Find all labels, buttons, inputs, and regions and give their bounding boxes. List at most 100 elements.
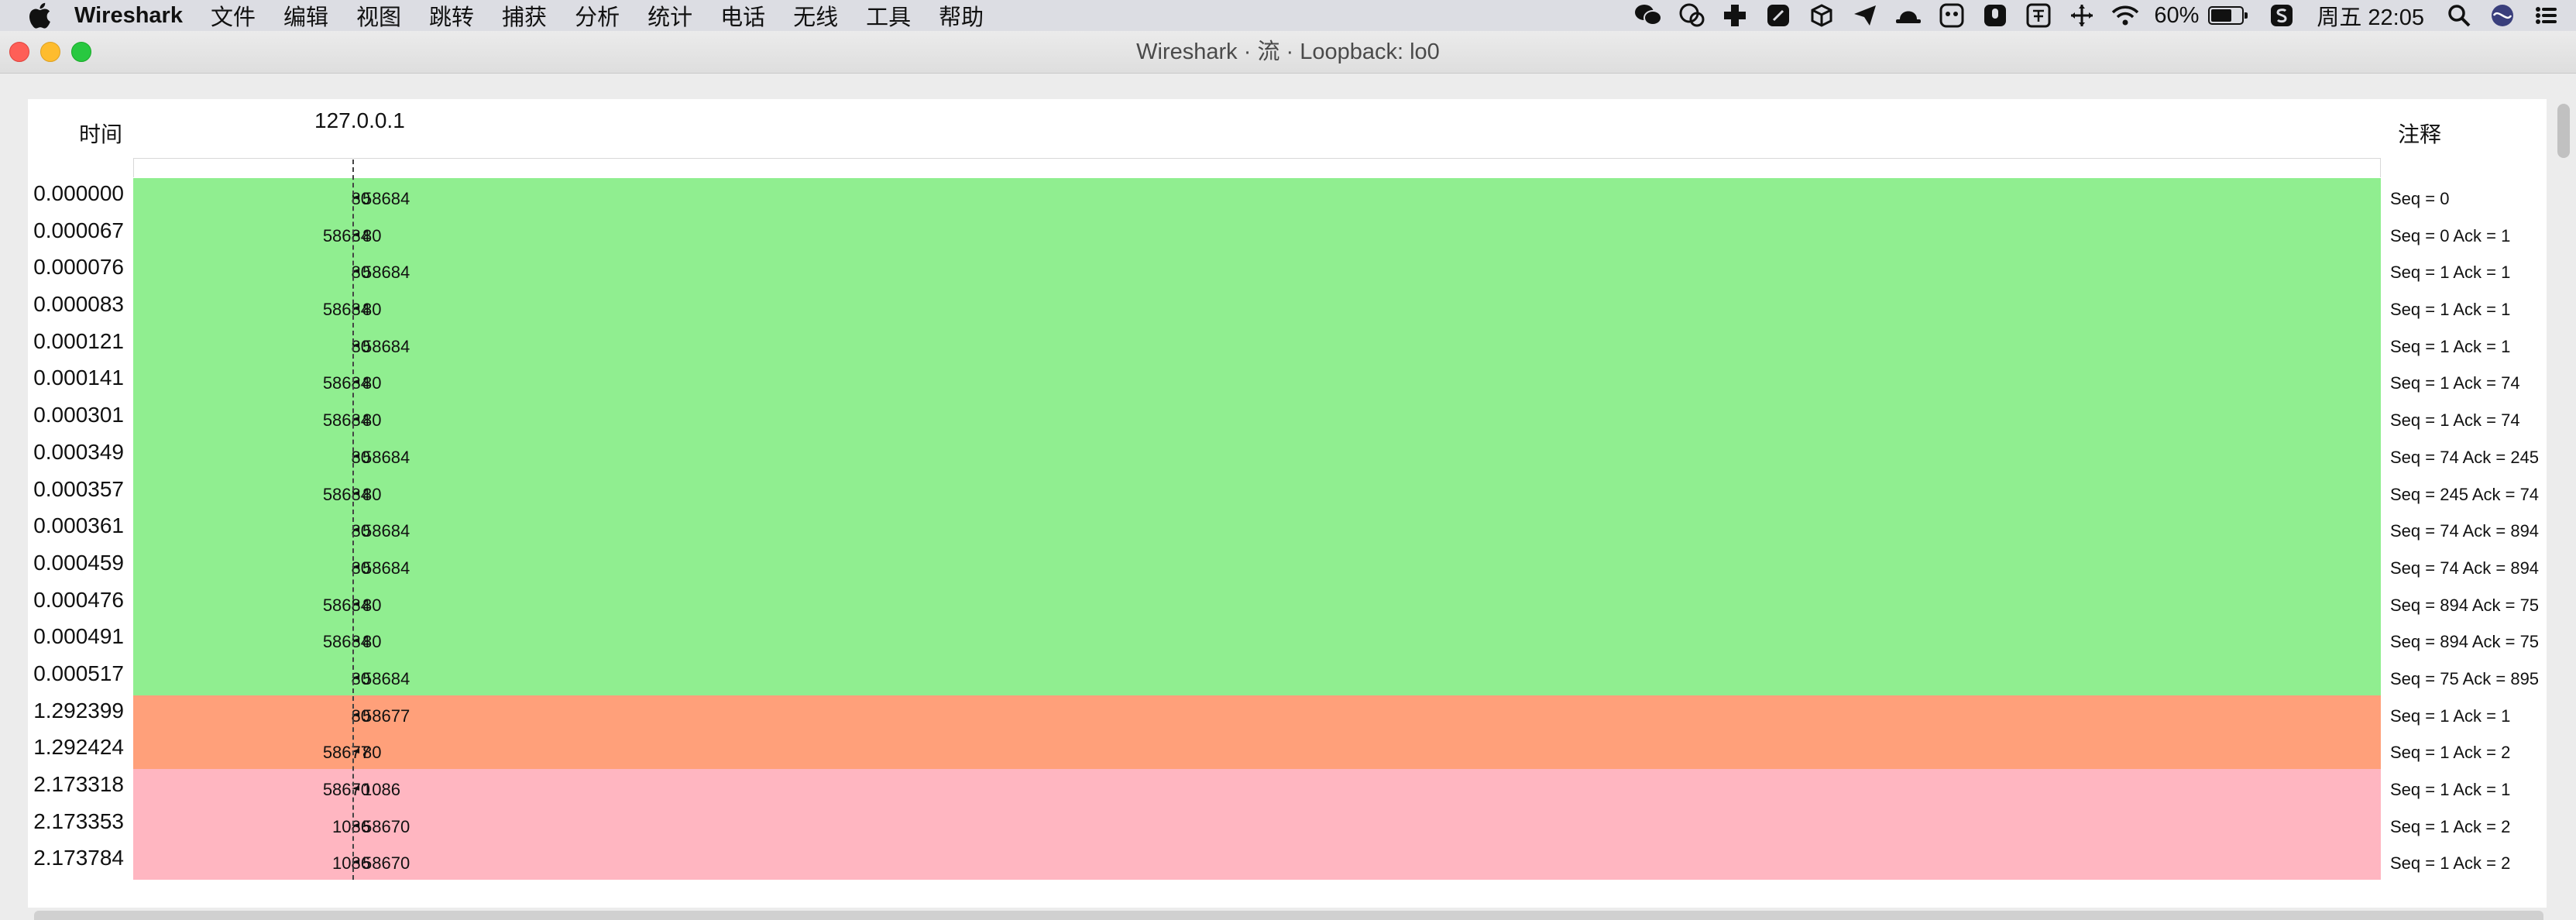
flow-row[interactable]: 1.292424 58677 80 Seq = 1 Ack = 2 <box>28 732 2547 769</box>
row-comment: Seq = 74 Ack = 245 <box>2390 447 2540 467</box>
flow-graph-panel[interactable]: 时间 127.0.0.1 注释 0.000000 80 58684 Seq = 0 0.… <box>28 99 2547 908</box>
row-comment: Seq = 894 Ack = 75 <box>2390 595 2540 615</box>
row-dest-port: 80 <box>362 300 382 320</box>
flow-row[interactable]: 2.173353 1086 58670 Seq = 1 Ack = 2 <box>28 805 2547 843</box>
menu-wireless[interactable]: 无线 <box>793 0 838 32</box>
wechat-icon[interactable] <box>1633 1 1663 30</box>
flow-row[interactable]: 0.000067 58684 80 Seq = 0 Ack = 1 <box>28 215 2547 252</box>
flow-row[interactable]: 1.292399 80 58677 Seq = 1 Ack = 1 <box>28 695 2547 733</box>
feather-icon[interactable] <box>1764 1 1793 30</box>
s-app-icon[interactable] <box>2267 1 2296 30</box>
row-dest-port: 80 <box>362 743 382 763</box>
row-source-port: 1086 <box>332 816 370 836</box>
row-background <box>133 805 2381 843</box>
row-dest-port: 58670 <box>362 816 410 836</box>
row-dest-port: 58684 <box>362 668 410 688</box>
flow-row[interactable]: 0.000083 58684 80 Seq = 1 Ack = 1 <box>28 289 2547 326</box>
battery-icon[interactable] <box>2208 6 2248 25</box>
row-background <box>133 732 2381 769</box>
column-header-time: 时间 <box>79 122 123 146</box>
row-comment: Seq = 74 Ack = 894 <box>2390 521 2540 541</box>
flow-row[interactable]: 0.000141 58684 80 Seq = 1 Ack = 74 <box>28 362 2547 400</box>
row-comment: Seq = 74 Ack = 894 <box>2390 558 2540 578</box>
menu-view[interactable]: 视图 <box>356 0 401 32</box>
menu-capture[interactable]: 捕获 <box>502 0 547 32</box>
row-source-port: 58684 <box>322 373 370 393</box>
siri-icon[interactable] <box>2488 1 2517 30</box>
row-time: 0.000491 <box>33 624 124 649</box>
node-lifeline <box>352 160 354 880</box>
clock[interactable]: 周五 22:05 <box>2317 0 2424 32</box>
plus-app-icon[interactable] <box>1720 1 1750 30</box>
flow-row[interactable]: 0.000301 58684 80 Seq = 1 Ack = 74 <box>28 400 2547 437</box>
row-background <box>133 769 2381 806</box>
menu-tools[interactable]: 工具 <box>866 0 911 32</box>
menu-go[interactable]: 跳转 <box>429 0 474 32</box>
flow-row[interactable]: 0.000517 80 58684 Seq = 75 Ack = 895 <box>28 657 2547 695</box>
row-comment: Seq = 1 Ack = 1 <box>2390 705 2511 726</box>
row-background <box>133 621 2381 658</box>
row-time: 0.000361 <box>33 513 124 538</box>
flow-row[interactable]: 0.000476 58684 80 Seq = 894 Ack = 75 <box>28 584 2547 622</box>
wifi-icon[interactable] <box>2111 1 2140 30</box>
status-tray: 60% 周五 22:05 <box>1619 0 2561 31</box>
qq-icon[interactable] <box>1677 1 1706 30</box>
menu-help[interactable]: 帮助 <box>939 0 984 32</box>
row-background <box>133 843 2381 881</box>
row-background <box>133 473 2381 511</box>
menu-edit[interactable]: 编辑 <box>283 0 328 32</box>
flow-row[interactable]: 2.173784 1086 58670 Seq = 1 Ack = 2 <box>28 843 2547 881</box>
row-dest-port: 80 <box>362 373 382 393</box>
row-source-port: 58684 <box>322 300 370 320</box>
paper-plane-icon[interactable] <box>1850 1 1880 30</box>
input-method-icon[interactable] <box>2024 1 2053 30</box>
row-time: 0.000076 <box>33 255 124 280</box>
flow-row[interactable]: 0.000459 80 58684 Seq = 74 Ack = 894 <box>28 547 2547 585</box>
menu-file[interactable]: 文件 <box>211 0 256 32</box>
flow-row[interactable]: 0.000491 58684 80 Seq = 894 Ack = 75 <box>28 621 2547 658</box>
column-header-comment: 注释 <box>2398 122 2442 146</box>
vertical-scrollbar[interactable] <box>2557 104 2570 158</box>
row-dest-port: 58684 <box>362 447 410 467</box>
row-dest-port: 58670 <box>362 853 410 874</box>
horizontal-scrollbar[interactable] <box>34 911 2543 920</box>
graph-header-strip <box>133 158 2381 177</box>
flow-row[interactable]: 0.000121 80 58684 Seq = 1 Ack = 1 <box>28 325 2547 363</box>
row-background <box>133 657 2381 695</box>
row-dest-port: 1086 <box>362 780 400 799</box>
row-time: 0.000301 <box>33 403 124 427</box>
row-dest-port: 58684 <box>362 263 410 283</box>
row-dest-port: 80 <box>362 632 382 652</box>
row-comment: Seq = 0 Ack = 1 <box>2390 225 2511 245</box>
face-icon[interactable] <box>1937 1 1966 30</box>
menu-app-name[interactable]: Wireshark <box>74 3 183 29</box>
menu-statistics[interactable]: 统计 <box>647 0 692 32</box>
row-time: 0.000459 <box>33 550 124 575</box>
flow-row[interactable]: 0.000000 80 58684 Seq = 0 <box>28 178 2547 215</box>
row-time: 0.000349 <box>33 439 124 464</box>
row-comment: Seq = 0 <box>2390 189 2450 208</box>
search-icon[interactable] <box>2444 1 2474 30</box>
row-dest-port: 58684 <box>362 189 410 208</box>
cube-icon[interactable] <box>1807 1 1836 30</box>
row-source-port: 58670 <box>322 780 370 799</box>
menu-analyze[interactable]: 分析 <box>575 0 620 32</box>
hat-icon[interactable] <box>1894 1 1923 30</box>
row-background <box>133 325 2381 363</box>
apple-icon[interactable] <box>28 2 51 29</box>
menu-telephony[interactable]: 电话 <box>720 0 765 32</box>
flow-row[interactable]: 0.000349 80 58684 Seq = 74 Ack = 245 <box>28 436 2547 474</box>
window-title-bar[interactable]: Wireshark · 流 · Loopback: lo0 <box>0 31 2576 74</box>
flow-row[interactable]: 0.000357 58684 80 Seq = 245 Ack = 74 <box>28 473 2547 511</box>
control-center-icon[interactable] <box>2531 1 2561 30</box>
row-background <box>133 400 2381 437</box>
flow-row[interactable]: 0.000361 80 58684 Seq = 74 Ack = 894 <box>28 510 2547 548</box>
row-dest-port: 58684 <box>362 336 410 356</box>
flow-row[interactable]: 2.173318 58670 1086 Seq = 1 Ack = 1 <box>28 769 2547 806</box>
move-icon[interactable] <box>2067 1 2097 30</box>
row-source-port: 80 <box>351 189 370 208</box>
row-dest-port: 58684 <box>362 558 410 578</box>
microphone-icon[interactable] <box>1980 1 2010 30</box>
row-comment: Seq = 1 Ack = 74 <box>2390 373 2520 393</box>
flow-row[interactable]: 0.000076 80 58684 Seq = 1 Ack = 1 <box>28 252 2547 290</box>
